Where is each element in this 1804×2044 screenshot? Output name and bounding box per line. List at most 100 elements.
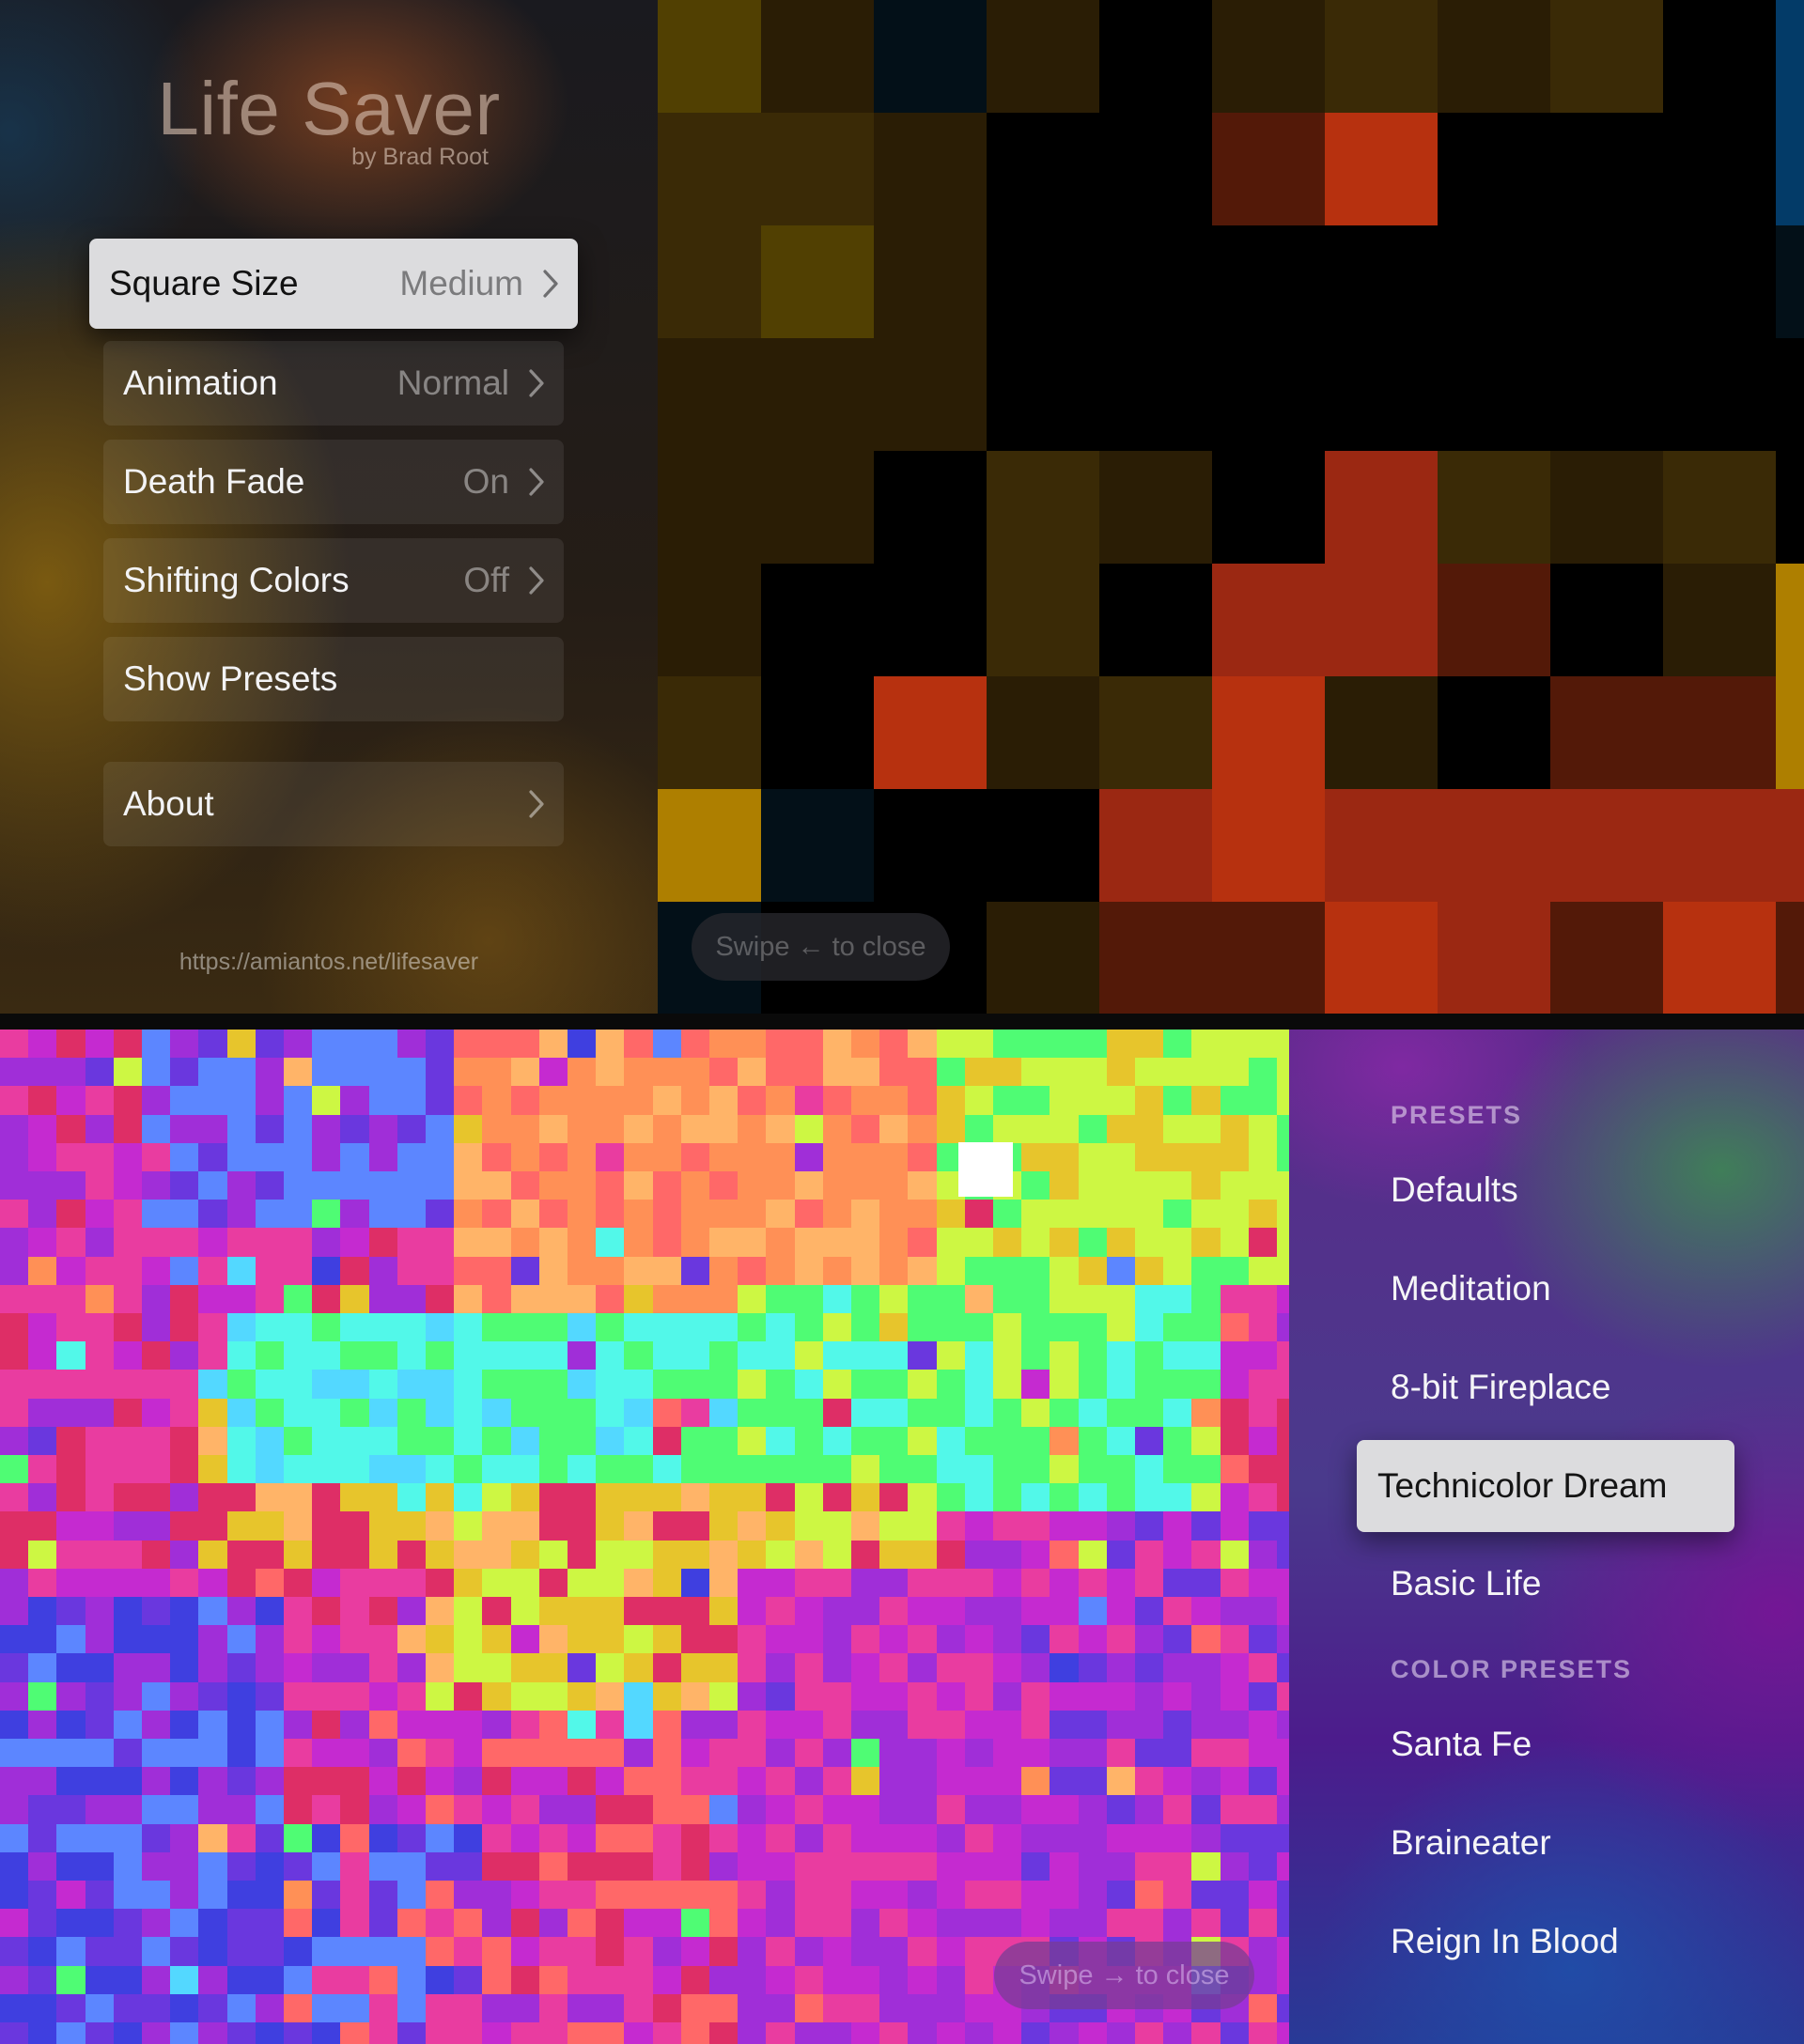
menu-show-presets[interactable]: Show Presets — [103, 637, 564, 721]
life-cell — [1135, 1483, 1164, 1512]
life-cell — [1050, 1256, 1080, 1286]
life-cell — [198, 1086, 228, 1116]
life-cell — [1220, 1370, 1250, 1400]
life-cell — [454, 1937, 483, 1967]
life-cell — [340, 1200, 370, 1229]
life-cell — [198, 1795, 228, 1825]
life-cell — [255, 1114, 285, 1144]
preset-defaults[interactable]: Defaults — [1391, 1148, 1785, 1232]
life-cell — [1106, 1851, 1136, 1881]
life-cell — [85, 1483, 115, 1512]
life-cell — [851, 1739, 880, 1768]
life-cell — [454, 1795, 483, 1825]
swipe-to-close-hint[interactable]: Swipe ← to close — [692, 913, 950, 981]
menu-square-size[interactable]: Square Size Medium — [89, 239, 578, 329]
life-cell — [936, 1086, 966, 1116]
life-cell — [312, 1965, 341, 1995]
life-cell — [822, 1540, 852, 1570]
life-cell — [851, 1256, 880, 1286]
life-cell — [879, 1483, 909, 1512]
swipe-to-close-hint[interactable]: Swipe → to close — [994, 1942, 1254, 2009]
life-cell — [56, 1086, 86, 1116]
life-cell — [936, 1114, 966, 1144]
life-cell — [964, 1710, 994, 1740]
preset-basic-life[interactable]: Basic Life — [1391, 1541, 1785, 1626]
color-preset-santa-fe[interactable]: Santa Fe — [1391, 1702, 1785, 1787]
life-cell — [454, 1710, 483, 1740]
life-cell — [936, 1455, 966, 1484]
life-cell — [879, 1993, 909, 2023]
life-cell — [1191, 1823, 1221, 1853]
life-cell — [822, 1256, 852, 1286]
life-cell — [340, 1909, 370, 1938]
life-cell — [987, 789, 1099, 902]
life-cell — [936, 1058, 966, 1087]
preset-meditation[interactable]: Meditation — [1391, 1247, 1785, 1331]
life-cell — [652, 1426, 682, 1456]
life-cell — [1050, 1597, 1080, 1626]
life-cell — [680, 1511, 710, 1541]
menu-animation[interactable]: Animation Normal — [103, 341, 564, 426]
life-cell — [766, 1823, 796, 1853]
life-cell — [908, 1625, 938, 1654]
life-cell — [964, 1881, 994, 1910]
life-cell — [284, 1200, 313, 1229]
life-cell — [1277, 1597, 1289, 1626]
life-cell — [198, 1313, 228, 1342]
life-cell — [170, 1030, 199, 1059]
menu-label: Shifting Colors — [123, 561, 350, 599]
life-cell — [652, 1256, 682, 1286]
life-cell — [198, 1993, 228, 2023]
life-cell — [624, 1200, 654, 1229]
life-cell — [964, 1739, 994, 1768]
menu-shifting-colors[interactable]: Shifting Colors Off — [103, 538, 564, 623]
life-cell — [397, 1681, 427, 1711]
life-cell — [56, 1058, 86, 1087]
life-cell — [1021, 1086, 1050, 1116]
life-cell — [482, 1142, 512, 1172]
life-cell — [1277, 1739, 1289, 1768]
life-cell — [340, 1030, 370, 1059]
life-cell — [908, 1256, 938, 1286]
life-cell — [648, 113, 761, 225]
life-cell — [28, 1909, 57, 1938]
life-cell — [964, 1625, 994, 1654]
color-preset-braineater[interactable]: Braineater — [1391, 1801, 1785, 1885]
life-cell — [680, 1200, 710, 1229]
life-cell — [1550, 451, 1663, 564]
life-cell — [1050, 1086, 1080, 1116]
life-cell — [822, 1653, 852, 1683]
life-cell — [879, 1313, 909, 1342]
life-cell — [1135, 1341, 1164, 1370]
life-cell — [652, 1937, 682, 1967]
life-cell — [568, 1114, 597, 1144]
life-cell — [255, 1993, 285, 2023]
life-cell — [1550, 113, 1663, 225]
life-cell — [113, 1823, 143, 1853]
life-cell — [874, 338, 987, 451]
life-cell — [1191, 1284, 1221, 1314]
life-cell — [226, 1767, 257, 1796]
life-cell — [766, 1965, 796, 1995]
life-cell — [680, 1058, 710, 1087]
life-cell — [28, 1426, 57, 1456]
life-cell — [312, 1795, 341, 1825]
life-cell — [226, 1058, 257, 1087]
life-cell — [255, 1795, 285, 1825]
life-cell — [596, 1511, 625, 1541]
menu-death-fade[interactable]: Death Fade On — [103, 440, 564, 524]
preset-technicolor-dream[interactable]: Technicolor Dream — [1357, 1440, 1734, 1532]
life-cell — [113, 1597, 143, 1626]
menu-about[interactable]: About — [103, 762, 564, 846]
life-cell — [1050, 1681, 1080, 1711]
life-cell — [368, 1625, 398, 1654]
life-cell — [482, 1228, 512, 1258]
life-cell — [426, 1710, 455, 1740]
life-cell — [794, 1739, 824, 1768]
color-preset-reign-in-blood[interactable]: Reign In Blood — [1391, 1899, 1785, 1984]
life-cell — [482, 1993, 512, 2023]
life-cell — [170, 1823, 199, 1853]
preset-8-bit-fireplace[interactable]: 8-bit Fireplace — [1391, 1345, 1785, 1430]
life-cell — [624, 1086, 654, 1116]
life-cell — [624, 1426, 654, 1456]
